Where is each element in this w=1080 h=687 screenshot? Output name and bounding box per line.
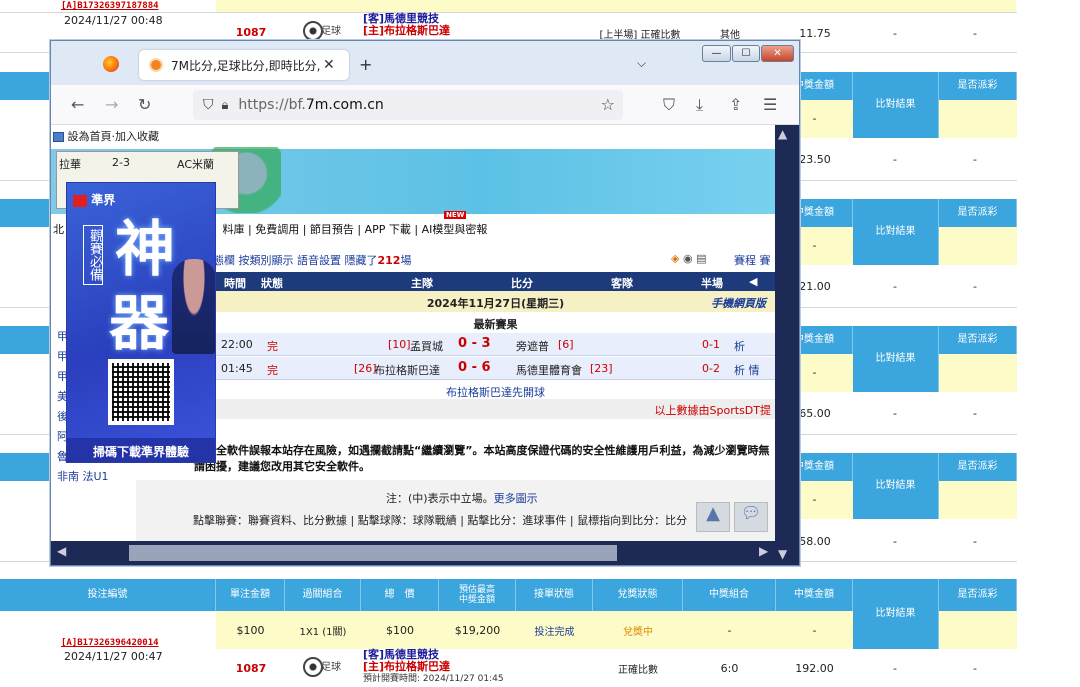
match-code: 1087 (235, 25, 267, 39)
soccer-ball-icon (303, 657, 323, 677)
volume-icon: ◀︎ (749, 275, 758, 288)
security-warning: 禁安全軟件誤報本站存在風險，如遇攔截請點“繼續瀏覽”。本站高度保證代碼的安全性維… (194, 444, 770, 473)
new-tab-button[interactable]: + (359, 55, 372, 74)
minimize-button[interactable]: — (702, 45, 731, 62)
back-icon[interactable]: ← (71, 95, 84, 114)
bookmark-star-icon[interactable]: ☆ (601, 95, 615, 114)
chat-icon[interactable]: 💬︎ (734, 502, 768, 532)
tool-icons[interactable]: ◈ ◉ ▤ (671, 252, 706, 265)
share-icon[interactable]: ⇪ (729, 95, 742, 114)
maximize-button[interactable]: ☐ (732, 45, 760, 62)
result-cell: - (893, 26, 897, 40)
tab-list-chevron-icon[interactable]: ⌵ (637, 56, 646, 71)
match-row[interactable]: 22:00 完 [10] 孟買城 0 - 3 旁遮普 [6] 0-1 析 (216, 333, 775, 356)
set-homepage-link[interactable]: 設為首頁‧加入收藏 (68, 130, 160, 143)
match-code: 1087 (235, 661, 267, 675)
pocket-icon[interactable]: ⛉ (663, 95, 675, 115)
bet-time: 2024/11/27 00:48 (64, 14, 163, 27)
promo-footer[interactable]: 掃碼下載準界體驗 (67, 438, 215, 462)
lock-icon[interactable]: 🔒︎ (222, 98, 229, 113)
promo-ad-panel[interactable]: 準界 觀賽必備 神 器 掃碼下載準界體驗 (66, 182, 216, 463)
sport-label: 足球 (321, 26, 341, 37)
promo-brand: 準界 (73, 191, 115, 208)
tab-favicon (149, 58, 163, 72)
url-text[interactable]: https://bf.7m.com.cn (238, 97, 383, 113)
date-row: 2024年11月27日(星期三) (216, 291, 775, 312)
refresh-icon: ◈ (671, 252, 680, 265)
mobile-web-banner[interactable]: 手機網頁版 (711, 295, 766, 311)
promo-big-char-2: 器 (109, 289, 169, 359)
settings-icon: ◉ (682, 252, 693, 265)
forward-icon[interactable]: → (105, 95, 118, 114)
schedule-submenu[interactable]: 態欄 按類別顯示 語音設置 隱藏了212場 (213, 252, 411, 268)
order-status: 投注完成 (534, 626, 575, 638)
tab-title: 7M比分,足球比分,即時比分,比分 (171, 58, 321, 73)
brand-logo-icon (73, 194, 87, 207)
shield-icon[interactable]: ⛉ (203, 97, 214, 113)
new-badge: NEW (444, 211, 467, 219)
reload-icon[interactable]: ↻ (138, 95, 151, 114)
horizontal-scrollbar[interactable]: ◀ ▶ (51, 541, 775, 565)
scroll-thumb[interactable] (129, 545, 617, 561)
nav-toolbar: ← → ↻ ⛉ 🔒︎ https://bf.7m.com.cn ☆ ⛉ ⤓ ⇪ … (51, 85, 799, 125)
tab-close-icon[interactable]: ✕ (323, 57, 335, 73)
homepage-icon (53, 132, 64, 142)
help-line: 點擊聯賽：聯賽資料、比分數據 | 點擊球隊：球隊戰績 | 點擊比分：進球事件 |… (193, 514, 688, 527)
promo-player-image (172, 259, 215, 354)
redeem-status: 兌獎中 (623, 626, 653, 638)
paid-cell: - (973, 26, 977, 40)
bet-id-link[interactable]: [A]B17326396420014 (61, 638, 159, 648)
latest-results-row: 最新賽果 (216, 312, 775, 333)
page-footer: 注：(中)表示中立場。更多圖示 點擊聯賽：聯賽資料、比分數據 | 點擊球隊：球隊… (136, 480, 775, 541)
match-teams: [客]馬德里競技 [主]布拉格斯巴達 預計開賽時間: 2024/11/27 01… (363, 648, 504, 685)
match-row[interactable]: 01:45 完 [26] 布拉格斯巴達 0 - 6 馬德里體育會 [23] 0-… (216, 357, 775, 380)
scroll-top-button[interactable]: ▲ (696, 502, 730, 532)
close-button[interactable]: ✕ (761, 45, 794, 62)
menu-icon[interactable]: ☰ (763, 95, 777, 114)
data-source-note: 以上數據由SportsDT提 (216, 399, 775, 419)
vertical-scrollbar[interactable]: ▲ ▼ (775, 125, 799, 565)
window-icon: ▤ (696, 252, 707, 265)
schedule-header: 時間 狀態 主隊 比分 客隊 半場 ◀︎ (216, 272, 775, 291)
bet-id-link[interactable]: [A]B17326397187884 (61, 1, 159, 11)
soccer-ball-icon (303, 21, 323, 41)
sport-label: 足球 (321, 662, 341, 673)
promo-vertical-text: 觀賽必備 (83, 225, 103, 285)
tab-strip: 7M比分,足球比分,即時比分,比分 ✕ + ⌵ — ☐ ✕ (51, 41, 799, 85)
match-teams: [客]馬德里競技 [主]布拉格斯巴達 (363, 12, 451, 37)
qr-code-image (108, 359, 174, 425)
url-bar[interactable]: ⛉ 🔒︎ https://bf.7m.com.cn ☆ (193, 90, 623, 120)
firefox-icon[interactable] (103, 56, 119, 72)
favorites-bar[interactable]: 設為首頁‧加入收藏 (53, 128, 159, 144)
legend-note: 注：(中)表示中立場。更多圖示 (386, 492, 538, 505)
tab-active[interactable]: 7M比分,足球比分,即時比分,比分 ✕ (139, 50, 349, 80)
first-kickoff-note[interactable]: 布拉格斯巴達先開球 (216, 380, 775, 400)
bet-time: 2024/11/27 00:47 (64, 650, 163, 663)
more-icons-link[interactable]: 更多圖示 (494, 492, 538, 505)
yellow-strip (216, 0, 1016, 12)
table-header: 投注編號 單注金額 過關組合 總 價 預估最高 中獎金額 接單狀態 兌獎狀態 中… (0, 579, 1017, 649)
download-icon[interactable]: ⤓ (696, 95, 703, 115)
schedule-link[interactable]: 賽程 賽 (734, 252, 771, 268)
